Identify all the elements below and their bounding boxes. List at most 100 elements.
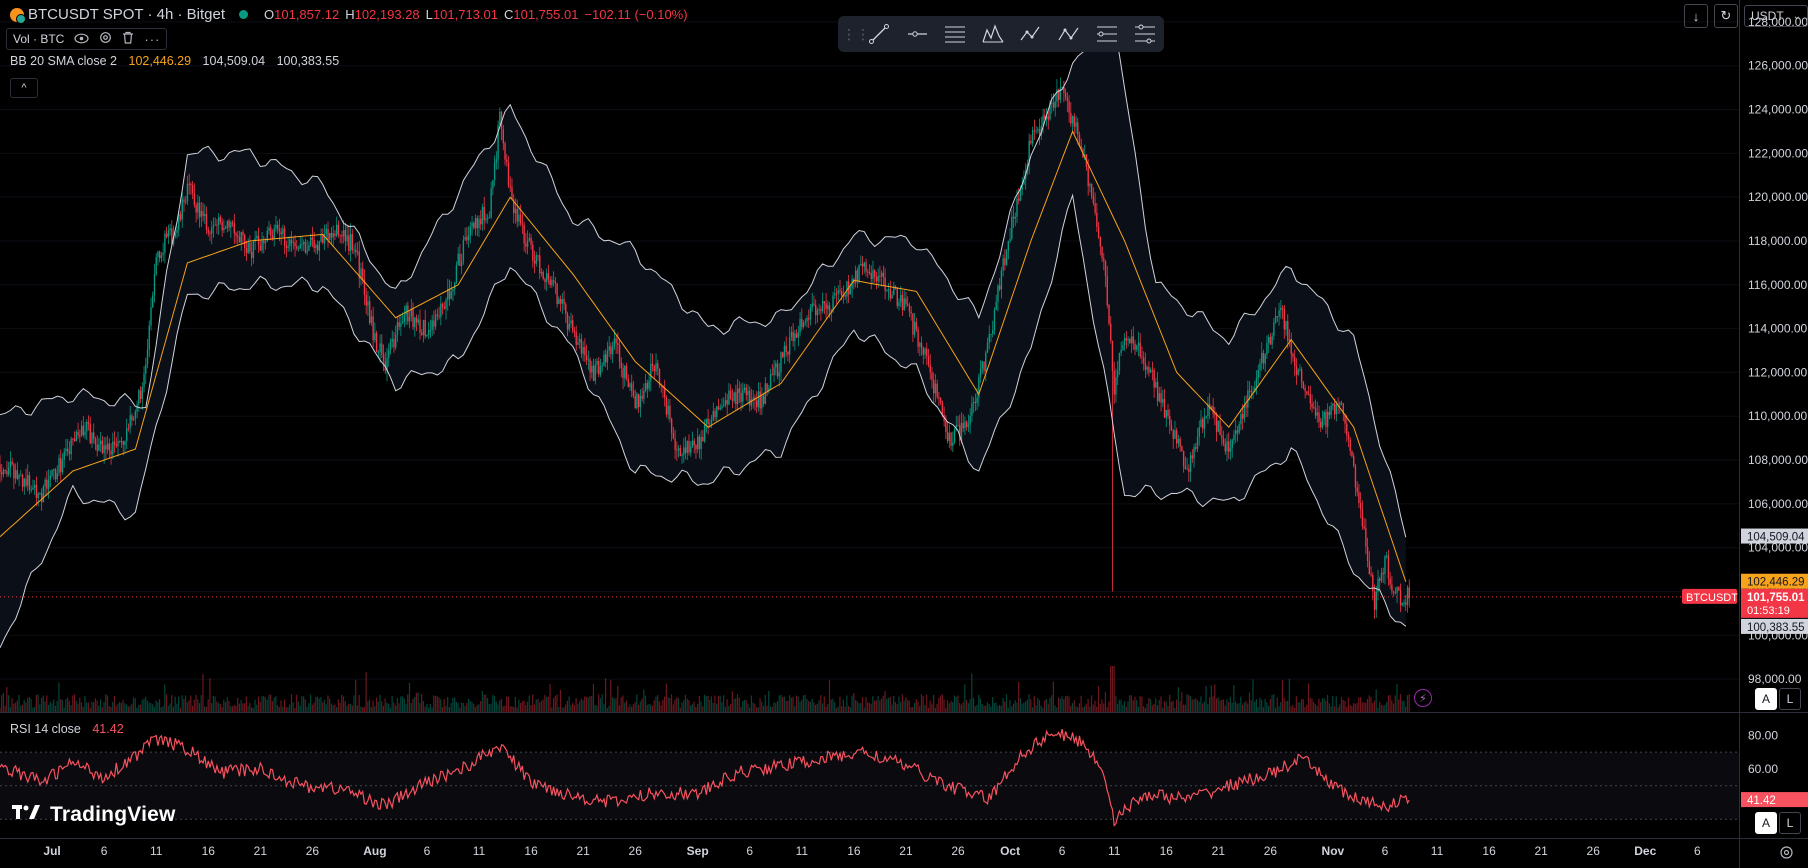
collapse-legend-button[interactable]: ^ [10,78,38,98]
candle-body[interactable] [1302,381,1305,389]
candle-body[interactable] [445,300,447,309]
candle-body[interactable] [1177,438,1180,444]
candle-body[interactable] [1309,394,1312,404]
candle-body[interactable] [183,199,185,202]
candle-body[interactable] [292,242,295,244]
candle-body[interactable] [615,338,617,344]
candle-body[interactable] [395,334,397,348]
candle-body[interactable] [1380,572,1383,581]
candle-body[interactable] [1160,393,1162,403]
candle-body[interactable] [407,305,409,322]
candle-body[interactable] [30,489,32,491]
candle-body[interactable] [1096,212,1098,227]
candle-body[interactable] [1066,97,1069,102]
candle-body[interactable] [1125,338,1128,341]
candle-body[interactable] [303,242,305,244]
candle-body[interactable] [393,339,395,348]
candle-body[interactable] [584,347,586,356]
candle-body[interactable] [261,240,263,251]
volume-indicator-legend[interactable]: Vol · BTC ··· [6,28,168,50]
candle-body[interactable] [651,363,654,366]
candle-body[interactable] [153,274,156,296]
candle-body[interactable] [1248,390,1251,392]
candle-body[interactable] [877,275,879,282]
candle-body[interactable] [948,432,951,442]
candle-body[interactable] [806,317,808,322]
candle-body[interactable] [926,348,928,357]
candle-body[interactable] [1181,446,1183,452]
candle-body[interactable] [993,309,996,331]
candle-body[interactable] [532,244,534,261]
candle-body[interactable] [998,285,1001,290]
candle-body[interactable] [1104,261,1107,277]
candle-body[interactable] [1373,591,1376,610]
candle-body[interactable] [1358,491,1360,504]
candle-body[interactable] [200,211,203,217]
candle-body[interactable] [77,431,79,436]
candle-body[interactable] [1221,435,1223,439]
candle-body[interactable] [1215,415,1218,432]
candle-body[interactable] [1122,345,1124,350]
candle-body[interactable] [473,222,475,229]
candle-body[interactable] [1205,416,1207,418]
candle-body[interactable] [705,418,708,425]
candle-body[interactable] [1146,367,1148,370]
candle-body[interactable] [230,222,232,228]
candle-body[interactable] [589,359,591,373]
candle-body[interactable] [827,305,829,310]
candle-body[interactable] [223,227,225,231]
candle-body[interactable] [679,448,682,457]
candle-body[interactable] [788,337,791,355]
candle-body[interactable] [939,398,942,403]
candle-body[interactable] [1316,412,1318,416]
candle-body[interactable] [1269,336,1272,345]
abcd-pattern-icon[interactable] [1012,16,1050,52]
candle-body[interactable] [1004,258,1006,265]
candle-body[interactable] [11,461,13,465]
candle-body[interactable] [1222,438,1225,444]
candle-body[interactable] [119,441,121,443]
candle-body[interactable] [974,401,977,403]
candle-body[interactable] [985,352,987,372]
candle-body[interactable] [1267,336,1270,343]
candle-body[interactable] [657,363,659,369]
candle-body[interactable] [933,379,935,394]
candle-body[interactable] [1330,405,1332,416]
candle-body[interactable] [913,321,916,335]
candle-body[interactable] [13,464,15,479]
candle-body[interactable] [427,330,430,335]
candle-body[interactable] [880,272,883,277]
candle-body[interactable] [1320,421,1322,428]
candle-body[interactable] [289,239,291,247]
candle-body[interactable] [162,252,164,256]
candle-body[interactable] [983,361,985,372]
candle-body[interactable] [1389,578,1391,585]
candle-body[interactable] [98,444,100,451]
candle-body[interactable] [809,307,812,320]
candle-body[interactable] [75,431,78,442]
candle-body[interactable] [611,346,614,355]
candle-body[interactable] [337,224,340,235]
candle-body[interactable] [766,383,768,392]
candle-body[interactable] [91,432,93,444]
candle-body[interactable] [1110,323,1112,341]
candle-body[interactable] [278,229,281,232]
candle-body[interactable] [972,401,975,404]
candle-body[interactable] [1271,336,1273,345]
candle-body[interactable] [665,397,668,415]
candle-body[interactable] [1278,310,1280,317]
candle-body[interactable] [681,454,683,457]
candle-body[interactable] [301,243,303,245]
candle-body[interactable] [2,469,5,475]
candle-body[interactable] [1175,430,1178,444]
candle-body[interactable] [568,323,570,330]
candle-body[interactable] [712,410,715,421]
candle-body[interactable] [434,314,437,327]
candle-body[interactable] [988,334,990,343]
candle-body[interactable] [1385,555,1388,557]
candle-body[interactable] [1151,369,1154,371]
candle-body[interactable] [632,390,635,397]
lightning-icon[interactable]: ⚡ [1414,689,1432,707]
candle-body[interactable] [94,439,97,445]
candle-body[interactable] [1392,591,1395,593]
